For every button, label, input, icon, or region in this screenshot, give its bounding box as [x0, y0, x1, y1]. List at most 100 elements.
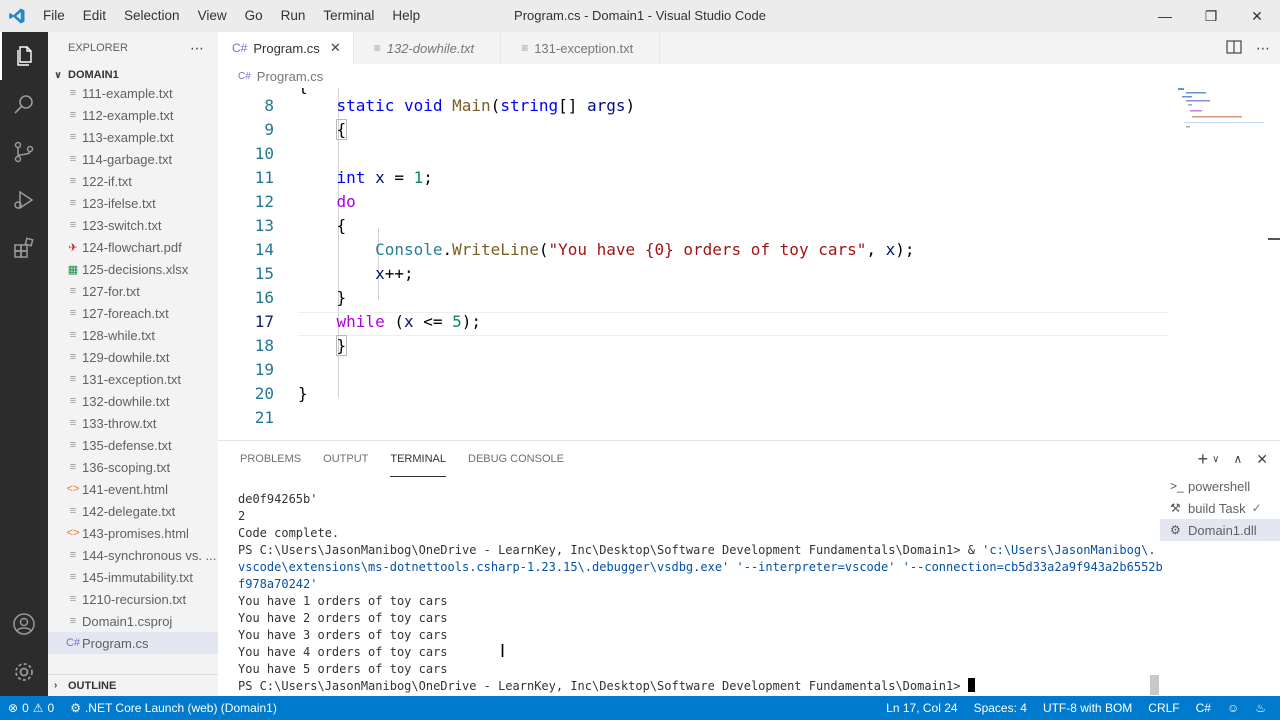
- account-icon[interactable]: [0, 600, 48, 648]
- file-item[interactable]: ≡ 114-garbage.txt: [48, 148, 218, 170]
- language-mode[interactable]: C#: [1188, 701, 1219, 715]
- terminal-item-powershell[interactable]: >_ powershell: [1160, 475, 1280, 497]
- file-item[interactable]: ≡ 133-throw.txt: [48, 412, 218, 434]
- file-item[interactable]: ≡ 122-if.txt: [48, 170, 218, 192]
- file-lines-icon: ≡: [69, 417, 77, 429]
- terminal-line: Code complete.: [238, 526, 340, 540]
- menu-terminal[interactable]: Terminal: [314, 0, 383, 32]
- file-lines-icon: ≡: [69, 505, 77, 517]
- csproj-icon: ≡: [69, 615, 77, 627]
- file-item[interactable]: <> 141-event.html: [48, 478, 218, 500]
- file-name: 128-while.txt: [82, 327, 155, 343]
- line-ending[interactable]: CRLF: [1140, 701, 1187, 715]
- file-item[interactable]: ≡ 131-exception.txt: [48, 368, 218, 390]
- explorer-icon[interactable]: [0, 32, 48, 80]
- file-item[interactable]: ≡ 123-switch.txt: [48, 214, 218, 236]
- file-item[interactable]: C# Program.cs: [48, 632, 218, 654]
- file-item[interactable]: ≡ 145-immutability.txt: [48, 566, 218, 588]
- tab-label: 131-exception.txt: [534, 40, 634, 56]
- indentation[interactable]: Spaces: 4: [966, 701, 1035, 715]
- line-number: 14: [254, 240, 274, 259]
- line-number: 13: [254, 216, 274, 235]
- close-panel-icon[interactable]: ✕: [1256, 451, 1268, 468]
- outline-section[interactable]: › OUTLINE: [48, 674, 218, 696]
- file-item[interactable]: ≡ 127-for.txt: [48, 280, 218, 302]
- minimap[interactable]: [1176, 88, 1268, 148]
- file-item[interactable]: ✈ 124-flowchart.pdf: [48, 236, 218, 258]
- explorer-header: EXPLORER ⋯: [48, 32, 218, 64]
- source-control-icon[interactable]: [0, 128, 48, 176]
- file-item[interactable]: ≡ 144-synchronous vs. ...: [48, 544, 218, 566]
- tab-131-exception[interactable]: ≡ 131-exception.txt: [501, 32, 661, 64]
- split-editor-icon[interactable]: [1226, 39, 1242, 57]
- maximize-panel-icon[interactable]: ∧: [1233, 452, 1242, 466]
- file-item[interactable]: ≡ 136-scoping.txt: [48, 456, 218, 478]
- file-item[interactable]: ≡ 112-example.txt: [48, 104, 218, 126]
- file-item[interactable]: ≡ Domain1.csproj: [48, 610, 218, 632]
- more-actions-icon[interactable]: ⋯: [190, 40, 204, 57]
- close-tab-icon[interactable]: ✕: [330, 40, 341, 56]
- chevron-down-icon[interactable]: ∨: [1212, 454, 1219, 465]
- new-terminal-icon[interactable]: +: [1198, 449, 1209, 470]
- tab-debug-console[interactable]: DEBUG CONSOLE: [468, 441, 564, 477]
- file-item[interactable]: ≡ 1210-recursion.txt: [48, 588, 218, 610]
- encoding[interactable]: UTF-8 with BOM: [1035, 701, 1140, 715]
- file-lines-icon: ≡: [69, 153, 77, 165]
- file-item[interactable]: ≡ 128-while.txt: [48, 324, 218, 346]
- file-lines-icon: ≡: [69, 109, 77, 121]
- line-number: 15: [254, 264, 274, 283]
- terminal-item-label: powershell: [1188, 478, 1251, 494]
- file-name: 142-delegate.txt: [82, 503, 176, 519]
- warning-count: 0: [47, 701, 55, 715]
- menu-selection[interactable]: Selection: [115, 0, 189, 32]
- search-icon[interactable]: [0, 80, 48, 128]
- file-item[interactable]: ≡ 113-example.txt: [48, 126, 218, 148]
- extensions-icon[interactable]: [0, 224, 48, 272]
- tab-program-cs[interactable]: C# Program.cs ✕: [218, 32, 354, 64]
- file-item[interactable]: ≡ 123-ifelse.txt: [48, 192, 218, 214]
- file-item[interactable]: ≡ 135-defense.txt: [48, 434, 218, 456]
- menu-run[interactable]: Run: [272, 0, 315, 32]
- menu-view[interactable]: View: [189, 0, 236, 32]
- file-item[interactable]: ≡ 142-delegate.txt: [48, 500, 218, 522]
- terminal-command-line: PS C:\Users\JasonManibog\OneDrive - Lear…: [238, 542, 1156, 559]
- file-item[interactable]: ▦ 125-decisions.xlsx: [48, 258, 218, 280]
- terminal-scrollbar[interactable]: [1150, 675, 1159, 695]
- more-actions-icon[interactable]: ⋯: [1256, 40, 1270, 57]
- cursor-position[interactable]: Ln 17, Col 24: [878, 701, 965, 715]
- menu-go[interactable]: Go: [236, 0, 272, 32]
- tab-problems[interactable]: PROBLEMS: [240, 441, 301, 477]
- terminal-output[interactable]: de0f94265b' 2 Code complete. PS C:\Users…: [238, 491, 1163, 695]
- terminal-line: You have 5 orders of toy cars: [238, 662, 448, 676]
- file-name: Program.cs: [82, 635, 149, 651]
- file-item[interactable]: ≡ 132-dowhile.txt: [48, 390, 218, 412]
- terminal-item-build-task[interactable]: ⚒ build Task ✓: [1160, 497, 1280, 519]
- problems-status[interactable]: ⊗ 0 ⚠ 0: [0, 701, 62, 715]
- launch-config[interactable]: ⚙ .NET Core Launch (web) (Domain1): [62, 701, 285, 715]
- minimize-icon[interactable]: —: [1142, 0, 1188, 32]
- code-line-7: {: [298, 88, 308, 95]
- file-item[interactable]: ≡ 127-foreach.txt: [48, 302, 218, 324]
- feedback-icon[interactable]: ☺: [1219, 701, 1247, 715]
- restore-icon[interactable]: ❐: [1188, 0, 1234, 32]
- file-item[interactable]: <> 143-promises.html: [48, 522, 218, 544]
- settings-gear-icon[interactable]: [0, 648, 48, 696]
- notifications-bell-icon[interactable]: ♨: [1247, 701, 1274, 715]
- menu-file[interactable]: File: [34, 0, 74, 32]
- code-editor[interactable]: { 8 static void Main(string[] args) 9 { …: [218, 88, 1280, 440]
- tab-output[interactable]: OUTPUT: [323, 441, 368, 477]
- menu-help[interactable]: Help: [383, 0, 429, 32]
- terminal-item-domain1-dll[interactable]: ⚙ Domain1.dll: [1160, 519, 1280, 541]
- file-item[interactable]: ≡ 111-example.txt: [48, 82, 218, 104]
- tab-132-dowhile[interactable]: ≡ 132-dowhile.txt: [354, 32, 502, 64]
- breadcrumb-file[interactable]: Program.cs: [257, 69, 323, 84]
- menu-edit[interactable]: Edit: [74, 0, 115, 32]
- run-debug-icon[interactable]: [0, 176, 48, 224]
- file-item[interactable]: ≡ 129-dowhile.txt: [48, 346, 218, 368]
- close-window-icon[interactable]: ✕: [1234, 0, 1280, 32]
- tab-terminal[interactable]: TERMINAL: [390, 441, 446, 477]
- code-line-18: }: [335, 335, 348, 356]
- terminal-icon: >_: [1170, 479, 1184, 493]
- file-lines-icon: ≡: [69, 87, 77, 99]
- terminal-line: 2: [238, 509, 246, 523]
